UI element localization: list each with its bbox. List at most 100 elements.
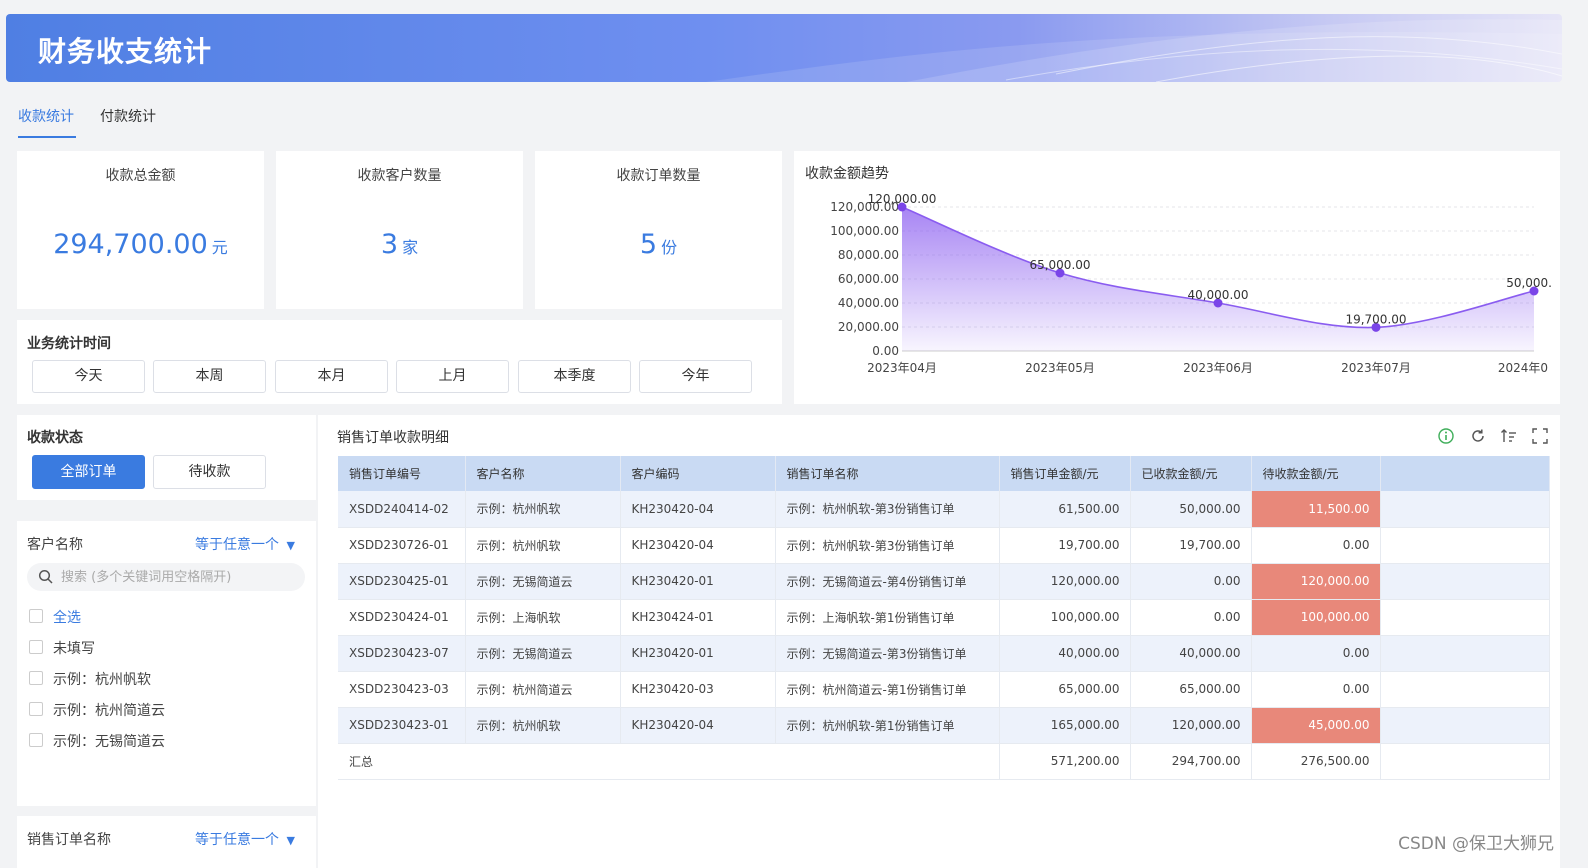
business-time-panel: 业务统计时间 今天 本周 本月 上月 本季度 今年 <box>17 320 782 404</box>
banner-wave-decoration <box>706 19 1562 82</box>
table-cell: 示例：杭州帆软 <box>465 527 621 564</box>
table-row[interactable]: XSDD230423-03 示例：杭州简道云 KH230420-03 示例：杭州简道云… <box>338 671 1550 708</box>
filter-mode-label: 等于任意一个 <box>195 832 279 848</box>
customer-filter-mode-dropdown[interactable]: 等于任意一个 ▼ <box>195 534 295 554</box>
table-cell: 50,000.00 <box>1130 491 1252 528</box>
column-header[interactable]: 销售订单编号 <box>338 456 466 491</box>
time-btn-this-month[interactable]: 本月 <box>275 360 388 393</box>
table-row[interactable]: XSDD240414-02 示例：杭州帆软 KH230420-04 示例：杭州帆软-第… <box>338 491 1550 528</box>
table-cell-empty <box>1380 635 1550 672</box>
table-cell: 0.00 <box>1251 527 1381 564</box>
kpi-unit: 元 <box>211 238 228 257</box>
time-btn-last-month[interactable]: 上月 <box>396 360 509 393</box>
series-area <box>902 207 1534 351</box>
table-cell: 11,500.00 <box>1251 491 1381 528</box>
table-cell: 示例：杭州帆软-第1份销售订单 <box>775 707 1000 744</box>
column-header-empty <box>1380 456 1550 491</box>
info-icon[interactable] <box>1437 427 1455 445</box>
time-btn-today[interactable]: 今天 <box>32 360 145 393</box>
table-cell: 100,000.00 <box>1251 599 1381 636</box>
checkbox[interactable] <box>29 733 43 747</box>
checkbox[interactable] <box>29 640 43 654</box>
table-cell: KH230420-04 <box>620 707 776 744</box>
page-title: 财务收支统计 <box>38 35 213 68</box>
table-cell: KH230420-04 <box>620 527 776 564</box>
order-filter-label: 销售订单名称 <box>27 832 111 848</box>
table-row[interactable]: XSDD230425-01 示例：无锡简道云 KH230420-01 示例：无锡简道云… <box>338 563 1550 600</box>
table-row[interactable]: XSDD230423-01 示例：杭州帆软 KH230420-04 示例：杭州帆软-第… <box>338 707 1550 744</box>
filter-mode-label: 等于任意一个 <box>195 537 279 553</box>
order-detail-panel: 销售订单收款明细 销售订单编号 客户名称 客户编码 销售订单名称 销售订单金额/… <box>318 415 1560 868</box>
y-tick-label: 60,000.00 <box>838 272 899 286</box>
table-cell: 示例：无锡简道云 <box>465 635 621 672</box>
table-cell: 120,000.00 <box>1251 563 1381 600</box>
table-row[interactable]: XSDD230726-01 示例：杭州帆软 KH230420-04 示例：杭州帆软-第… <box>338 527 1550 564</box>
table-cell: 示例：无锡简道云 <box>465 563 621 600</box>
table-cell: 示例：杭州帆软-第3份销售订单 <box>775 527 1000 564</box>
order-name-filter-panel: 销售订单名称 等于任意一个 ▼ <box>17 816 316 868</box>
table-cell: XSDD240414-02 <box>338 491 466 528</box>
table-cell: 0.00 <box>1130 563 1252 600</box>
status-btn-all-orders[interactable]: 全部订单 <box>32 455 145 489</box>
table-cell: XSDD230423-07 <box>338 635 466 672</box>
kpi-unit: 家 <box>402 238 419 257</box>
data-label: 50,000. <box>1506 276 1552 290</box>
summary-received: 294,700.00 <box>1130 743 1252 780</box>
time-btn-this-year[interactable]: 今年 <box>639 360 752 393</box>
table-row[interactable]: XSDD230424-01 示例：上海帆软 KH230424-01 示例：上海帆软-第… <box>338 599 1550 636</box>
kpi-card-customer-count: 收款客户数量 3家 <box>276 151 523 309</box>
status-btn-pending[interactable]: 待收款 <box>153 455 266 489</box>
table-cell: 示例：杭州简道云 <box>465 671 621 708</box>
time-btn-this-week[interactable]: 本周 <box>153 360 266 393</box>
table-cell: XSDD230726-01 <box>338 527 466 564</box>
caret-down-icon: ▼ <box>286 834 295 847</box>
kpi-value: 294,700.00 元 <box>17 229 264 260</box>
table-cell: 示例：无锡简道云-第4份销售订单 <box>775 563 1000 600</box>
column-header[interactable]: 客户编码 <box>620 456 776 491</box>
kpi-value: 5份 <box>535 229 782 260</box>
order-filter-mode-dropdown[interactable]: 等于任意一个 ▼ <box>195 829 295 849</box>
search-icon <box>38 569 53 584</box>
checkbox[interactable] <box>29 671 43 685</box>
order-detail-table: 销售订单编号 客户名称 客户编码 销售订单名称 销售订单金额/元 已收款金额/元… <box>338 456 1550 780</box>
data-label: 120,000.00 <box>868 192 937 206</box>
fullscreen-icon[interactable] <box>1531 427 1549 445</box>
table-cell: 61,500.00 <box>999 491 1131 528</box>
kpi-number: 3 <box>380 229 399 260</box>
table-row[interactable]: XSDD230423-07 示例：无锡简道云 KH230420-01 示例：无锡简道云… <box>338 635 1550 672</box>
checkbox[interactable] <box>29 702 43 716</box>
trend-chart: 0.00 20,000.00 40,000.00 60,000.00 80,000.00… <box>830 192 1552 375</box>
data-label: 40,000.00 <box>1187 288 1248 302</box>
status-panel: 收款状态 全部订单 待收款 <box>17 415 316 500</box>
y-tick-label: 0.00 <box>872 344 899 358</box>
table-cell: 65,000.00 <box>999 671 1131 708</box>
caret-down-icon: ▼ <box>286 539 295 552</box>
y-tick-label: 20,000.00 <box>838 320 899 334</box>
status-title: 收款状态 <box>27 430 83 446</box>
customer-search-input[interactable] <box>61 567 291 587</box>
column-header[interactable]: 销售订单金额/元 <box>999 456 1131 491</box>
table-cell: 示例：杭州帆软-第3份销售订单 <box>775 491 1000 528</box>
sort-icon[interactable] <box>1500 427 1518 445</box>
kpi-number: 5 <box>639 229 658 260</box>
kpi-title: 收款订单数量 <box>616 168 701 184</box>
table-cell: 120,000.00 <box>1130 707 1252 744</box>
kpi-title: 收款客户数量 <box>357 168 442 184</box>
refresh-icon[interactable] <box>1469 427 1487 445</box>
table-cell: KH230420-01 <box>620 563 776 600</box>
tab-receipt-stats[interactable]: 收款统计 <box>18 106 74 126</box>
customer-search-box <box>27 563 305 591</box>
kpi-card-order-count: 收款订单数量 5份 <box>535 151 782 309</box>
checkbox[interactable] <box>29 609 43 623</box>
table-cell: XSDD230425-01 <box>338 563 466 600</box>
table-cell: XSDD230423-01 <box>338 707 466 744</box>
table-cell: 示例：杭州简道云-第1份销售订单 <box>775 671 1000 708</box>
tab-payment-stats[interactable]: 付款统计 <box>100 106 156 126</box>
column-header[interactable]: 销售订单名称 <box>775 456 1000 491</box>
column-header[interactable]: 待收款金额/元 <box>1251 456 1381 491</box>
column-header[interactable]: 客户名称 <box>465 456 621 491</box>
option-label: 未填写 <box>53 641 95 657</box>
column-header[interactable]: 已收款金额/元 <box>1130 456 1252 491</box>
summary-total: 571,200.00 <box>999 743 1131 780</box>
time-btn-this-quarter[interactable]: 本季度 <box>518 360 631 393</box>
